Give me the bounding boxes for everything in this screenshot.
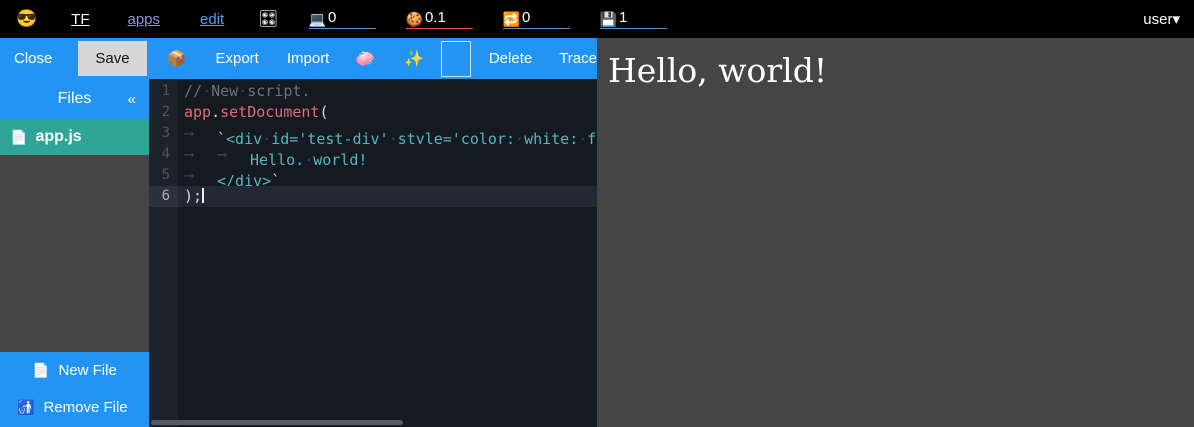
repeat-stat-field[interactable]: 🔁 0 bbox=[503, 9, 570, 29]
code-row: 1//·New·script. bbox=[149, 81, 597, 102]
tab-whitespace-marker: ⟶ bbox=[217, 144, 250, 165]
package-icon[interactable]: 📦 bbox=[167, 49, 187, 69]
close-button[interactable]: Close bbox=[14, 50, 52, 67]
horizontal-scrollbar-thumb[interactable] bbox=[151, 420, 403, 425]
code-row: 3⟶`<div·id='test-div'·style='color:·whit… bbox=[149, 123, 597, 144]
file-item-appjs[interactable]: 📄 app.js bbox=[0, 119, 149, 155]
code-token: </div> bbox=[217, 172, 271, 186]
repeat-stat-value: 0 bbox=[522, 9, 530, 26]
collapse-panel-icon[interactable]: « bbox=[128, 79, 136, 119]
soap-icon[interactable]: 🧼 bbox=[355, 49, 375, 69]
repeat-icon: 🔁 bbox=[503, 12, 520, 26]
code-token: Hello, bbox=[250, 151, 304, 165]
code-token: script. bbox=[247, 82, 310, 100]
floppy-icon: 💾 bbox=[600, 12, 617, 26]
code-row: 4⟶⟶Hello,·world! bbox=[149, 144, 597, 165]
editor-toolbar: Close Save 📦 Export Import 🧼 ✨ Delete Tr… bbox=[0, 38, 597, 79]
nav-link-edit[interactable]: edit bbox=[200, 11, 224, 28]
code-row: 6); bbox=[149, 186, 597, 207]
code-token: world! bbox=[313, 151, 367, 165]
document-icon: 📄 bbox=[10, 129, 27, 146]
export-button[interactable]: Export bbox=[215, 50, 258, 67]
code-token: New bbox=[211, 82, 238, 100]
remove-file-button[interactable]: 🚮 Remove File bbox=[0, 389, 149, 426]
cookie-icon: 🍪 bbox=[406, 12, 423, 26]
code-token: app bbox=[184, 103, 211, 121]
space-whitespace-marker: · bbox=[304, 151, 313, 165]
code-token: f bbox=[587, 130, 596, 144]
space-whitespace-marker: · bbox=[389, 130, 398, 144]
code-line[interactable]: ⟶</div>` bbox=[178, 165, 597, 186]
laptop-icon: 💻 bbox=[309, 12, 326, 26]
line-number: 1 bbox=[149, 81, 178, 102]
text-cursor bbox=[202, 188, 204, 203]
code-line[interactable]: app.setDocument( bbox=[178, 102, 597, 123]
code-line[interactable]: ); bbox=[178, 186, 597, 207]
tab-whitespace-marker: ⟶ bbox=[184, 165, 217, 186]
blank-box-button[interactable] bbox=[441, 41, 471, 77]
floppy-stat-field[interactable]: 💾 1 bbox=[600, 9, 667, 29]
code-token: ); bbox=[184, 187, 202, 205]
new-file-icon: 📄 bbox=[32, 362, 49, 379]
delete-button[interactable]: Delete bbox=[489, 50, 532, 67]
preview-pane: Hello, world! bbox=[597, 38, 1194, 427]
line-number: 4 bbox=[149, 144, 178, 165]
nav-link-tf[interactable]: TF bbox=[71, 11, 89, 28]
code-token: id='test-div' bbox=[271, 130, 388, 144]
code-line[interactable]: ⟶`<div·id='test-div'·style='color:·white… bbox=[178, 123, 597, 144]
new-file-label: New File bbox=[58, 362, 116, 379]
code-line[interactable]: //·New·script. bbox=[178, 81, 597, 102]
code-row: 2app.setDocument( bbox=[149, 102, 597, 123]
code-token: <div bbox=[226, 130, 262, 144]
smiley-logo-icon[interactable]: 😎 bbox=[16, 9, 37, 29]
nav-link-apps[interactable]: apps bbox=[128, 11, 161, 28]
new-file-button[interactable]: 📄 New File bbox=[0, 352, 149, 389]
file-item-label: app.js bbox=[35, 128, 81, 146]
code-token: style='color: bbox=[398, 130, 515, 144]
sidebar-footer: 📄 New File 🚮 Remove File bbox=[0, 352, 149, 427]
code-token: . bbox=[211, 103, 220, 121]
laptop-stat-field[interactable]: 💻 0 bbox=[309, 9, 376, 29]
code-token: // bbox=[184, 82, 202, 100]
code-token: white; bbox=[524, 130, 578, 144]
code-token: ( bbox=[319, 103, 328, 121]
space-whitespace-marker: · bbox=[262, 130, 271, 144]
code-line[interactable]: ⟶⟶Hello,·world! bbox=[178, 144, 597, 165]
code-lines: 1//·New·script.2app.setDocument(3⟶`<div·… bbox=[149, 79, 597, 207]
top-bar: 😎 TF apps edit 🎛 💻 0 🍪 0.1 🔁 0 💾 1 user▾ bbox=[0, 0, 1194, 38]
files-panel-title: Files bbox=[58, 90, 92, 108]
space-whitespace-marker: · bbox=[202, 82, 211, 100]
sparkles-icon[interactable]: ✨ bbox=[404, 49, 424, 69]
line-number: 2 bbox=[149, 102, 178, 123]
trace-button[interactable]: Trace bbox=[559, 50, 597, 67]
tab-whitespace-marker: ⟶ bbox=[184, 123, 217, 144]
code-token: ` bbox=[217, 130, 226, 144]
code-row: 5⟶</div>` bbox=[149, 165, 597, 186]
line-number: 6 bbox=[149, 186, 178, 207]
cookie-stat-field[interactable]: 🍪 0.1 bbox=[406, 9, 473, 29]
control-knobs-icon[interactable]: 🎛 bbox=[258, 9, 278, 29]
tab-whitespace-marker: ⟶ bbox=[184, 144, 217, 165]
import-button[interactable]: Import bbox=[287, 50, 330, 67]
code-token: ` bbox=[271, 172, 280, 186]
code-editor[interactable]: 1//·New·script.2app.setDocument(3⟶`<div·… bbox=[149, 79, 597, 427]
space-whitespace-marker: · bbox=[515, 130, 524, 144]
save-button[interactable]: Save bbox=[78, 41, 146, 76]
preview-hello-text: Hello, world! bbox=[608, 51, 1194, 90]
remove-file-label: Remove File bbox=[43, 399, 127, 416]
user-menu[interactable]: user▾ bbox=[1143, 10, 1180, 28]
space-whitespace-marker: · bbox=[578, 130, 587, 144]
file-list-empty-area bbox=[0, 155, 149, 352]
laptop-stat-value: 0 bbox=[328, 9, 336, 26]
line-number: 3 bbox=[149, 123, 178, 144]
litter-bin-icon: 🚮 bbox=[17, 399, 34, 416]
floppy-stat-value: 1 bbox=[619, 9, 627, 26]
cookie-stat-value: 0.1 bbox=[425, 9, 446, 26]
space-whitespace-marker: · bbox=[238, 82, 247, 100]
code-token: setDocument bbox=[220, 103, 319, 121]
files-panel-header: Files « bbox=[0, 79, 149, 119]
line-number: 5 bbox=[149, 165, 178, 186]
